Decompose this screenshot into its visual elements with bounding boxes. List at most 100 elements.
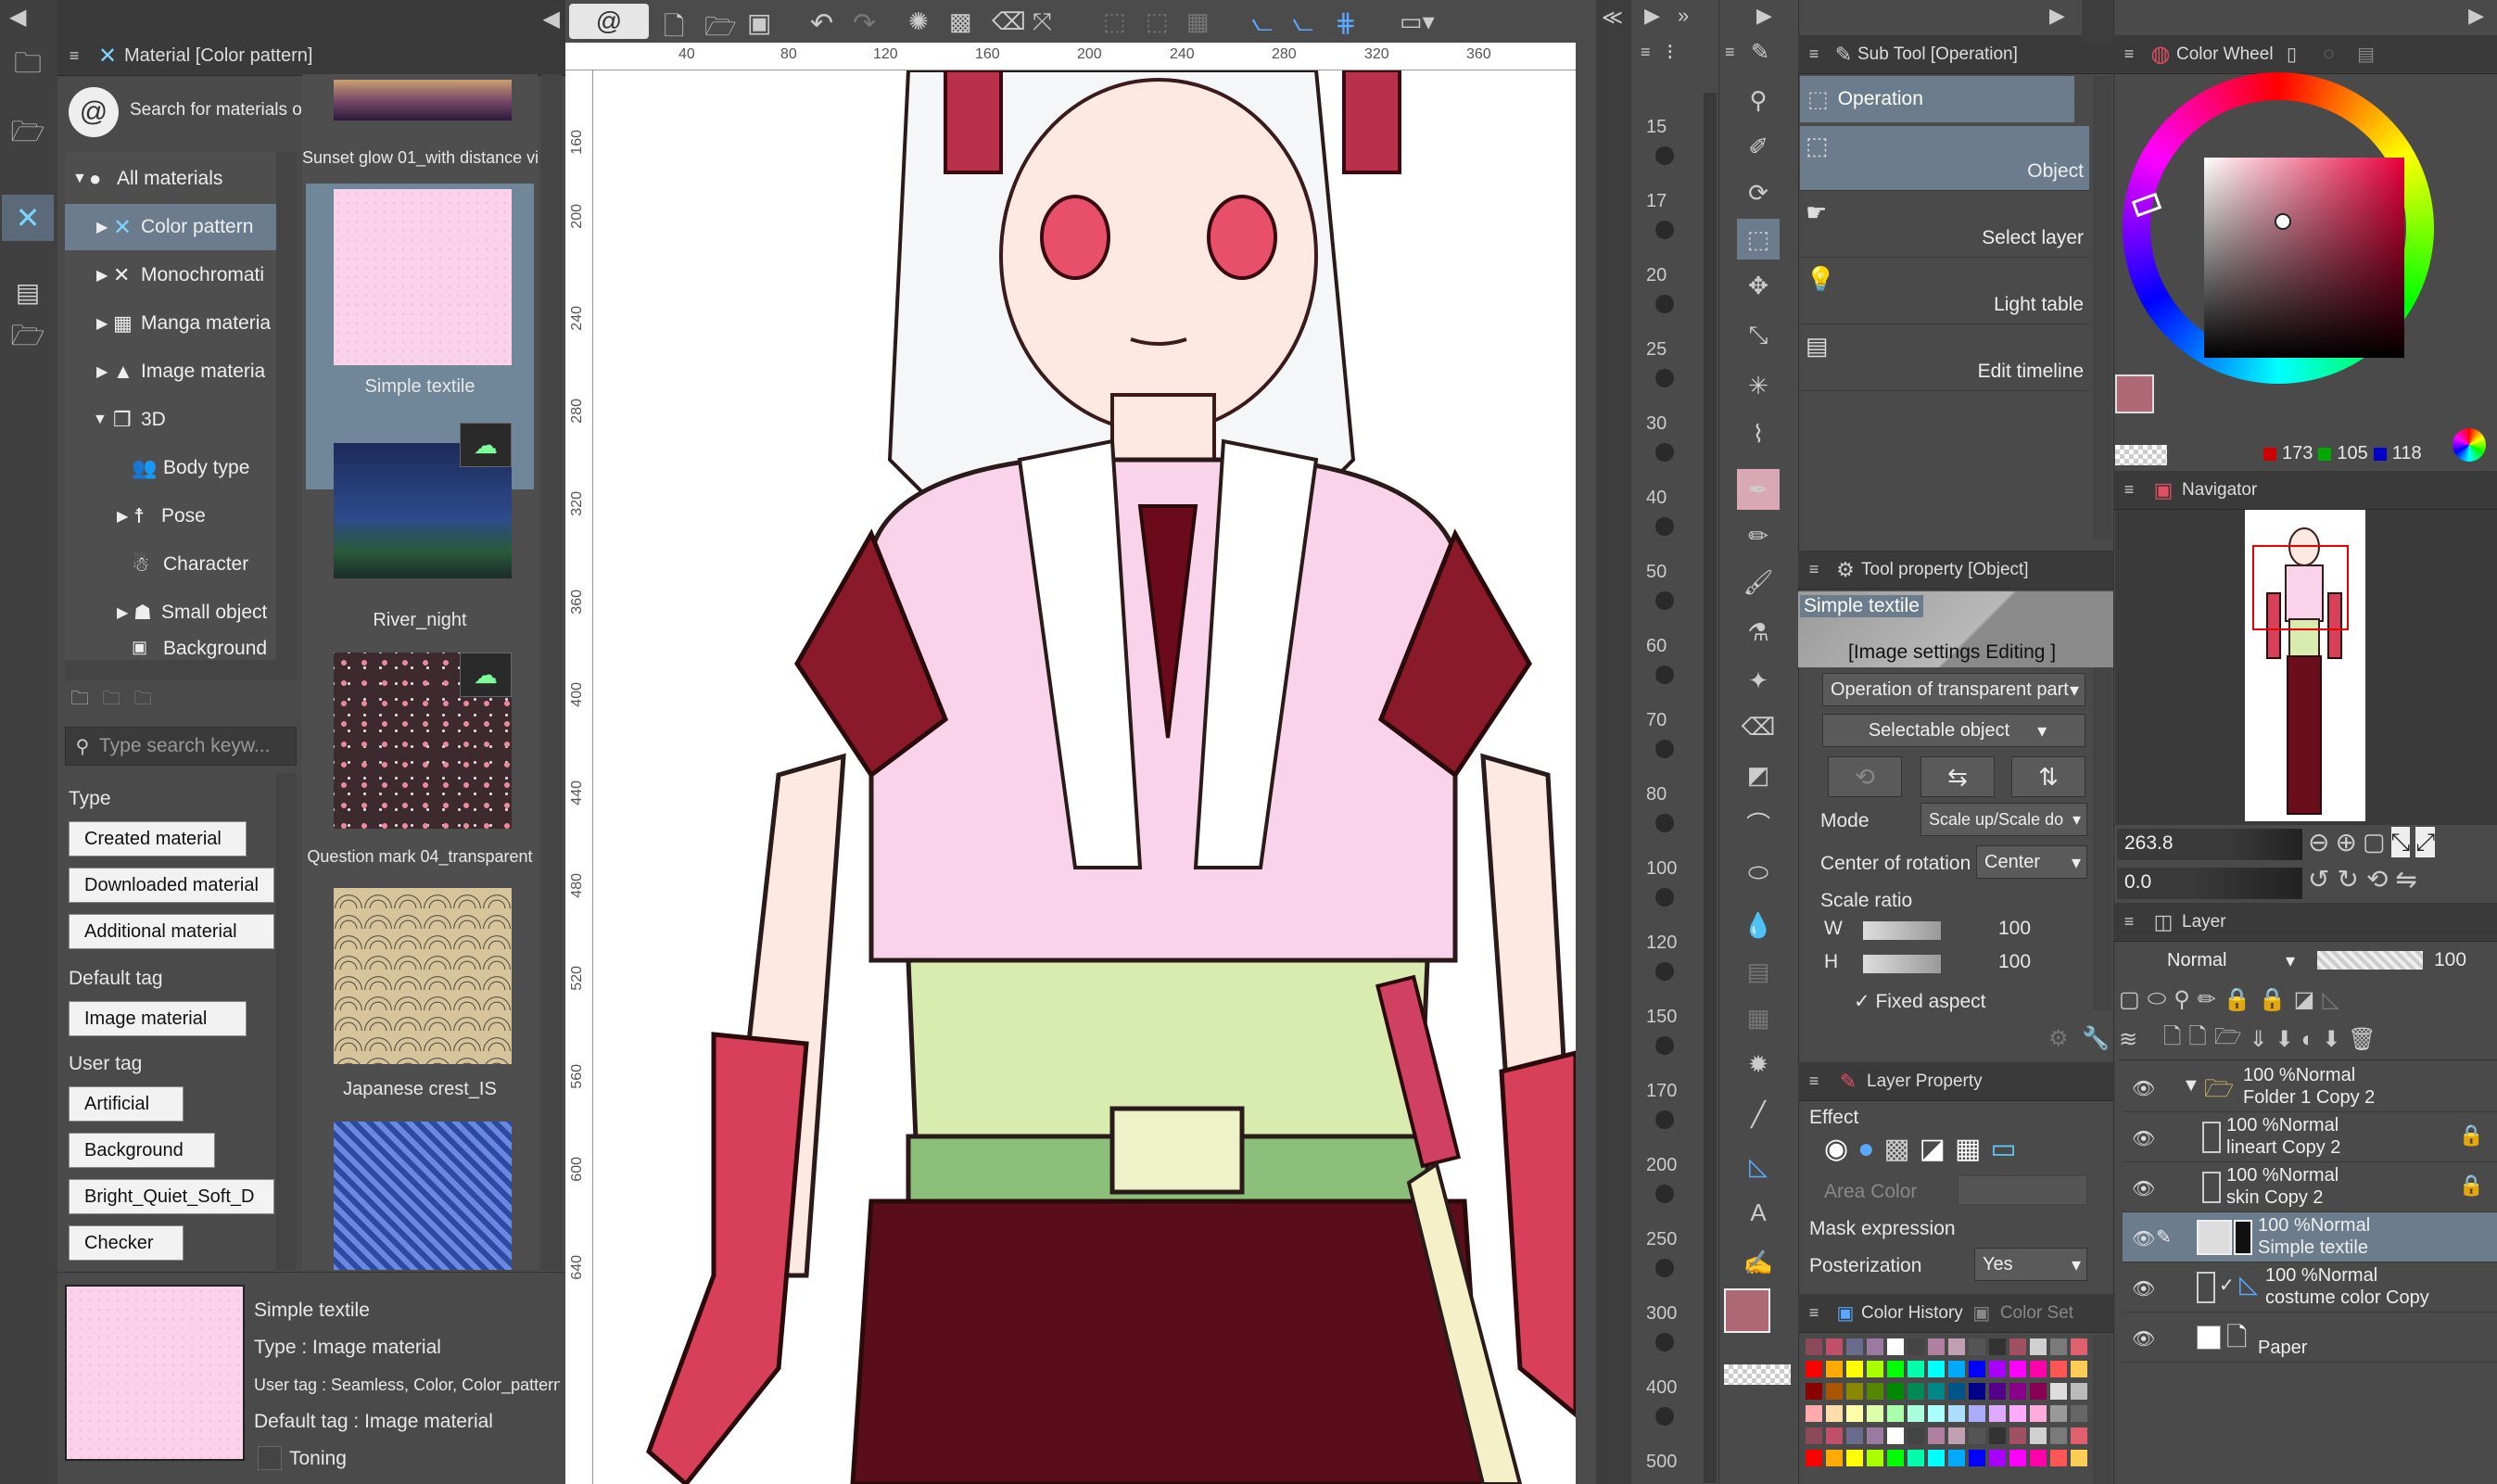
extract-line-icon[interactable]: ●	[1857, 1133, 1874, 1165]
download-cloud-icon[interactable]: ☁	[460, 653, 512, 697]
color-history-swatch[interactable]	[1887, 1405, 1904, 1422]
panel-menu-icon[interactable]: ≡	[2113, 44, 2145, 64]
tag-artificial[interactable]: Artificial	[69, 1086, 184, 1122]
save-icon[interactable]: ▣	[747, 7, 771, 38]
transparent-part-dropdown[interactable]: Operation of transparent part ▾	[1822, 673, 2085, 706]
eyedropper2-tool-icon[interactable]: ⌇	[1737, 413, 1780, 454]
tag-background[interactable]: Background	[69, 1133, 215, 1168]
pencil-tool-icon[interactable]: ✏	[1737, 515, 1780, 556]
panel-menu-icon[interactable]: ≡	[1641, 43, 1651, 62]
material-search-box[interactable]: ⚲ Type search keyw...	[65, 727, 297, 766]
fill-icon[interactable]: ▩	[949, 7, 972, 36]
collapse-left-icon[interactable]: ◀	[9, 4, 26, 31]
brush-size-dot[interactable]	[1655, 1259, 1674, 1277]
brush-size-dot[interactable]	[1655, 888, 1674, 907]
color-history-swatch[interactable]	[1928, 1427, 1945, 1444]
panel-menu-icon[interactable]: ≡	[1798, 1303, 1830, 1323]
color-history-swatch[interactable]	[1948, 1361, 1965, 1377]
tag-downloaded-material[interactable]: Downloaded material	[69, 868, 274, 903]
tree-item-color-pattern[interactable]: ▶ ✕ Color pattern	[65, 204, 278, 250]
tree-item-pose[interactable]: ▶ ☨ Pose	[117, 493, 206, 539]
color-history-swatch[interactable]	[2050, 1383, 2067, 1400]
chevron-down-icon[interactable]: ▼	[2182, 1075, 2200, 1097]
layer-row[interactable]: 👁 100 %Normal skin Copy 2 🔒	[2123, 1162, 2497, 1212]
subtool-light-table[interactable]: 💡 Light table	[1800, 260, 2089, 324]
color-history-swatch[interactable]	[1908, 1450, 1924, 1466]
brush-size-dot[interactable]	[1655, 1185, 1674, 1203]
auto-select-tool-icon[interactable]: ✳	[1737, 365, 1780, 406]
actual-size-icon[interactable]: ▢	[2363, 827, 2386, 857]
color-history-swatch[interactable]	[2009, 1405, 2026, 1422]
color-history-swatch[interactable]	[1969, 1383, 1985, 1400]
color-history-swatch[interactable]	[1969, 1338, 1985, 1355]
rotate-right-icon[interactable]: ↻	[2337, 864, 2358, 894]
tag-image-material[interactable]: Image material	[69, 1001, 247, 1036]
tag-scrollbar[interactable]	[276, 773, 297, 1270]
panel-menu-icon[interactable]: ≡	[1798, 44, 1830, 64]
decoration-tool-icon[interactable]: ✦	[1737, 660, 1780, 701]
color-history-swatch[interactable]	[1908, 1383, 1924, 1400]
color-history-swatch[interactable]	[1867, 1450, 1883, 1466]
tag-additional-material[interactable]: Additional material	[69, 914, 274, 949]
brush-size-dot[interactable]	[1655, 221, 1674, 239]
tag-bright-quiet-soft[interactable]: Bright_Quiet_Soft_D	[69, 1179, 274, 1214]
color-history-swatch[interactable]	[1928, 1405, 1945, 1422]
snap-ruler-icon[interactable]: ⦦	[1251, 7, 1273, 38]
color-history-swatch[interactable]	[1908, 1405, 1924, 1422]
color-history-swatch[interactable]	[2071, 1361, 2087, 1377]
clear-icon[interactable]: ✺	[908, 7, 929, 36]
color-history-swatch[interactable]	[1989, 1427, 2006, 1444]
fixed-aspect-checkbox[interactable]: ✓ Fixed aspect	[1854, 990, 1986, 1013]
w-slider[interactable]	[1863, 921, 1941, 940]
flip-vertical-icon[interactable]: ⇅	[2011, 756, 2085, 797]
brush-size-dot[interactable]	[1655, 591, 1674, 610]
transparent-color-swatch[interactable]	[1724, 1364, 1791, 1385]
color-history-swatch[interactable]	[1887, 1383, 1904, 1400]
fit-screen-icon[interactable]: ⤡	[2390, 827, 2411, 857]
deselect-icon[interactable]: ⬚	[1103, 7, 1126, 36]
sv-picker-handle[interactable]	[2275, 213, 2291, 230]
layer-stack-icon[interactable]: ≋	[2119, 1026, 2137, 1053]
color-pattern-icon[interactable]: ✕	[2, 195, 54, 241]
thumbnail-sunset-glow[interactable]	[334, 80, 512, 120]
color-history-swatch[interactable]	[1928, 1450, 1945, 1466]
color-history-swatch[interactable]	[1806, 1450, 1822, 1466]
clip-studio-button[interactable]: @	[569, 4, 649, 39]
layer-row-selected[interactable]: 👁 ✎ 100 %Normal Simple textile	[2123, 1212, 2497, 1262]
color-history-swatch[interactable]	[1969, 1405, 1985, 1422]
color-history-swatch[interactable]	[1887, 1427, 1904, 1444]
color-history-swatch[interactable]	[1928, 1383, 1945, 1400]
download-cloud-icon[interactable]: ☁	[460, 423, 512, 467]
subtool-group-tab[interactable]: ⬚ Operation	[1800, 76, 2074, 122]
reset-rotation-icon[interactable]: ⟲	[2366, 864, 2388, 894]
new-folder-icon[interactable]: 🗀	[70, 685, 89, 717]
color-history-swatch[interactable]	[2030, 1383, 2047, 1400]
brush-size-dot[interactable]	[1655, 369, 1674, 387]
color-history-swatch[interactable]	[2009, 1450, 2026, 1466]
color-history-swatch[interactable]	[2009, 1361, 2026, 1377]
transform-free-icon[interactable]: ⟲	[1828, 756, 1902, 797]
thumbnail-scrollbar[interactable]	[541, 74, 562, 1270]
color-history-swatch[interactable]	[1867, 1405, 1883, 1422]
tree-hscrollbar[interactable]	[65, 660, 297, 680]
panel-menu-icon[interactable]: ≡	[1725, 43, 1735, 62]
toning-checkbox[interactable]	[258, 1446, 282, 1470]
show-selection-icon[interactable]: ▦	[1186, 7, 1210, 36]
folder-open-icon[interactable]: 🗁	[2, 111, 54, 158]
color-history-swatch[interactable]	[2071, 1427, 2087, 1444]
color-history-swatch[interactable]	[1846, 1383, 1863, 1400]
tree-item-character[interactable]: ☃ Character	[132, 541, 248, 588]
opacity-value[interactable]: 100	[2434, 949, 2466, 971]
w-value[interactable]: 100	[1998, 918, 2031, 940]
color-history-swatch[interactable]	[2050, 1338, 2067, 1355]
invert-selection-icon[interactable]: ⬚	[1146, 7, 1169, 36]
color-history-swatch[interactable]	[2050, 1450, 2067, 1466]
color-history-swatch[interactable]	[1908, 1338, 1924, 1355]
brush-size-dot[interactable]	[1655, 1407, 1674, 1426]
eye-icon[interactable]: 👁	[2132, 1227, 2155, 1250]
airbrush-tool-icon[interactable]: ⚗	[1737, 612, 1780, 653]
ruler-tool-icon[interactable]: ◺	[1737, 1146, 1780, 1186]
color-history-swatch[interactable]	[2071, 1405, 2087, 1422]
lock-icon[interactable]: 🔒	[2224, 986, 2251, 1013]
brush-tool-icon[interactable]: 🖌	[1737, 562, 1780, 602]
